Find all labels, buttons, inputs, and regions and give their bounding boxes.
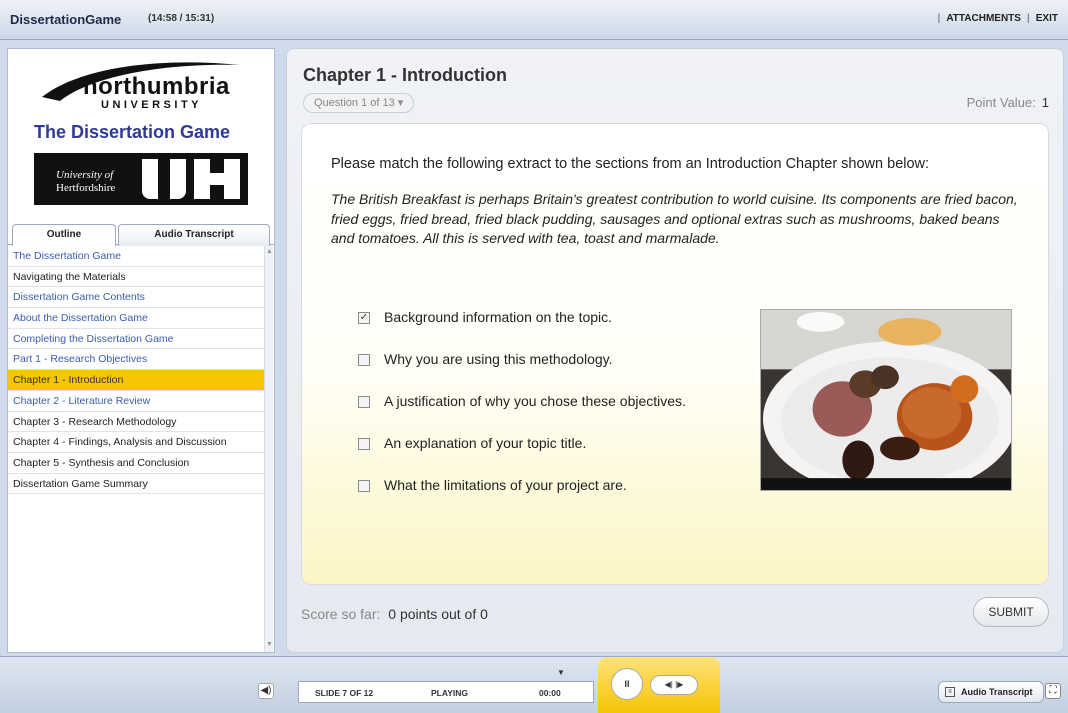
breakfast-photo	[760, 309, 1012, 491]
outline-item[interactable]: Part 1 - Research Objectives	[8, 349, 264, 371]
score-value: 0 points out of 0	[388, 606, 488, 622]
tab-audio-transcript[interactable]: Audio Transcript	[118, 224, 270, 246]
outline-item[interactable]: Dissertation Game Contents	[8, 287, 264, 309]
elapsed-time: 00:00	[539, 688, 561, 698]
volume-icon[interactable]: ◀)	[258, 683, 274, 699]
question-prompt: Please match the following extract to th…	[331, 156, 930, 172]
answer-label: An explanation of your topic title.	[384, 435, 587, 451]
chapter-title: Chapter 1 - Introduction	[303, 65, 507, 85]
answer-checkbox[interactable]: ✓	[358, 312, 370, 324]
point-value: Point Value: 1	[967, 95, 1049, 110]
outline-item[interactable]: Chapter 4 - Findings, Analysis and Discu…	[8, 432, 264, 453]
uh-logo-line2: Hertfordshire	[56, 182, 116, 194]
outline-item[interactable]: About the Dissertation Game	[8, 308, 264, 329]
progress-marker-icon[interactable]: ▼	[557, 668, 565, 677]
uh-logo: University of Hertfordshire	[34, 153, 248, 205]
game-title: The Dissertation Game	[34, 122, 231, 142]
uh-mark-u-left	[142, 159, 158, 199]
outline-scrollbar[interactable]: ▲ ▼	[264, 246, 273, 652]
answer-label: Background information on the topic.	[384, 309, 613, 325]
northumbria-logo-text: northumbria	[83, 73, 230, 100]
sidebar-tabs: Outline Audio Transcript	[8, 221, 274, 246]
scroll-down-icon[interactable]: ▼	[266, 641, 273, 648]
playback-status: SLIDE 7 OF 12 PLAYING 00:00 ▼	[298, 668, 594, 703]
fullscreen-icon[interactable]: ⛶	[1045, 683, 1061, 699]
answer-label: A justification of why you chose these o…	[384, 393, 686, 409]
logo-area: northumbria UNIVERSITY The Dissertation …	[8, 49, 274, 219]
sidebar: northumbria UNIVERSITY The Dissertation …	[7, 48, 275, 653]
answer-checkbox[interactable]	[358, 480, 370, 492]
uh-logo-line1: University of	[56, 169, 114, 181]
divider: |	[937, 13, 941, 24]
outline-item[interactable]: Dissertation Game Summary	[8, 474, 264, 495]
playback-controls: II ◀| |▶	[598, 657, 720, 713]
outline-item[interactable]: Completing the Dissertation Game	[8, 329, 264, 350]
top-links: | ATTACHMENTS | EXIT	[932, 13, 1058, 24]
answer-checkbox[interactable]	[358, 396, 370, 408]
outline-item[interactable]: Navigating the Materials	[8, 267, 264, 288]
question-extract: The British Breakfast is perhaps Britain…	[331, 191, 1018, 246]
uh-mark-h-right	[224, 159, 240, 199]
uh-mark-u-right	[170, 159, 186, 199]
uh-mark-h-left	[194, 159, 210, 199]
answer-checkbox[interactable]	[358, 438, 370, 450]
question-selector[interactable]: Question 1 of 13 ▾	[303, 93, 415, 113]
score-display: Score so far: 0 points out of 0	[301, 606, 488, 622]
submit-button[interactable]: SUBMIT	[973, 597, 1049, 627]
answer-label: What the limitations of your project are…	[384, 477, 627, 493]
player-bar: ◀) SLIDE 7 OF 12 PLAYING 00:00 ▼ II ◀| |…	[0, 656, 1068, 713]
tab-outline[interactable]: Outline	[12, 224, 116, 246]
app-title: DissertationGame	[10, 12, 122, 27]
exit-link[interactable]: EXIT	[1036, 13, 1058, 24]
top-bar: DissertationGame (14:58 / 15:31) | ATTACH…	[0, 0, 1068, 40]
outline-item[interactable]: Chapter 3 - Research Methodology	[8, 412, 264, 433]
main-panel: Chapter 1 - Introduction Question 1 of 1…	[286, 48, 1064, 653]
attachments-link[interactable]: ATTACHMENTS	[946, 13, 1021, 24]
divider: |	[1026, 13, 1030, 24]
outline-item[interactable]: Chapter 2 - Literature Review	[8, 391, 264, 412]
transcript-icon: ≡	[945, 687, 955, 697]
app-timer: (14:58 / 15:31)	[148, 13, 215, 24]
point-value-number: 1	[1041, 95, 1049, 110]
answer-label: Why you are using this methodology.	[384, 351, 613, 367]
seek-buttons[interactable]: ◀| |▶	[650, 675, 698, 695]
score-label: Score so far:	[301, 606, 381, 622]
outline-list: The Dissertation Game Navigating the Mate…	[8, 246, 264, 495]
audio-transcript-label: Audio Transcript	[961, 687, 1033, 697]
slide-counter: SLIDE 7 OF 12	[315, 688, 374, 698]
question-card: Please match the following extract to th…	[301, 123, 1049, 585]
pause-button[interactable]: II	[611, 668, 643, 700]
uh-mark-h-bar	[210, 173, 224, 185]
outline-item[interactable]: Chapter 5 - Synthesis and Conclusion	[8, 453, 264, 474]
scroll-up-icon[interactable]: ▲	[266, 248, 273, 255]
play-status: PLAYING	[431, 688, 469, 698]
answer-checkbox[interactable]	[358, 354, 370, 366]
outline-item[interactable]: The Dissertation Game	[8, 246, 264, 267]
northumbria-logo-sub: UNIVERSITY	[101, 99, 203, 111]
outline-item[interactable]: Chapter 1 - Introduction	[8, 370, 264, 391]
point-value-label: Point Value:	[966, 95, 1036, 110]
audio-transcript-button[interactable]: ≡ Audio Transcript	[938, 681, 1044, 703]
